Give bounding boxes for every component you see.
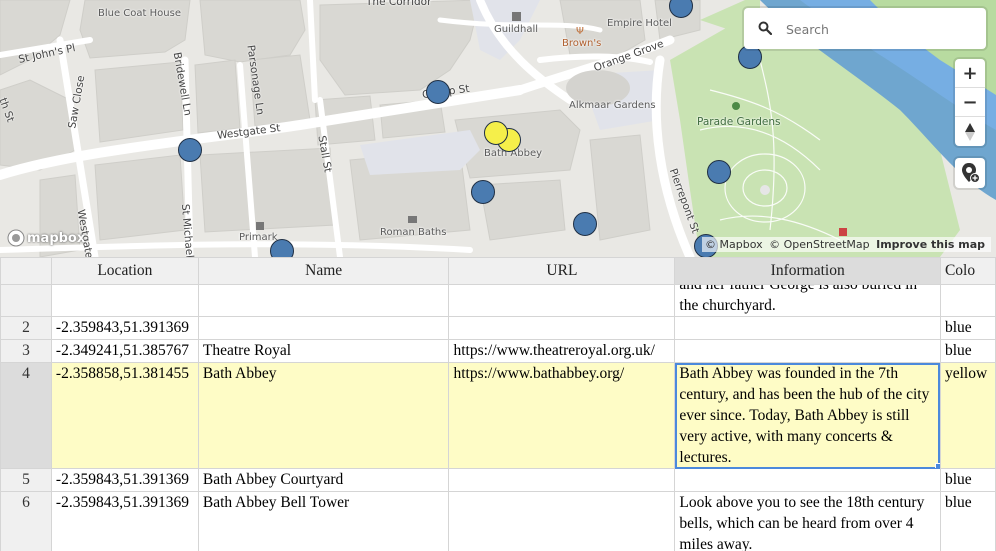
cell-name[interactable]: Bath Abbey Bell Tower: [197, 491, 450, 551]
cell-information-line: and her father George is also buried in: [679, 284, 918, 294]
cell-url[interactable]: [448, 468, 676, 492]
cell-url[interactable]: [448, 491, 676, 551]
row-number[interactable]: 6: [0, 491, 52, 551]
map-label-parade-gardens: Parade Gardens: [697, 116, 781, 128]
cell-url[interactable]: [448, 316, 676, 340]
row-number[interactable]: [0, 284, 52, 317]
map-search-input[interactable]: [784, 17, 978, 41]
cell-name[interactable]: Bath Abbey Courtyard: [197, 468, 450, 492]
add-marker-icon: [962, 163, 980, 183]
cell-url[interactable]: https://www.theatreroyal.org.uk/: [448, 339, 676, 363]
cell-information-selected[interactable]: Bath Abbey was founded in the 7th centur…: [674, 362, 941, 469]
improve-map-text: Improve this map: [876, 238, 985, 251]
column-header-name[interactable]: Name: [197, 257, 450, 285]
zoom-out-button[interactable]: −: [955, 88, 985, 117]
cell-location[interactable]: -2.359843,51.391369: [50, 491, 199, 551]
search-icon: [758, 21, 772, 35]
table-row: 2 -2.359843,51.391369 blue: [0, 316, 996, 340]
cell-information[interactable]: Look above you to see the 18th century b…: [674, 491, 941, 551]
column-header-location[interactable]: Location: [50, 257, 199, 285]
map-zoom-controls: + −: [955, 59, 985, 146]
column-header-url[interactable]: URL: [448, 257, 676, 285]
add-marker-button[interactable]: [955, 158, 985, 188]
spreadsheet-grid: Location Name URL Information Colo and h…: [0, 257, 996, 551]
data-table: Location Name URL Information Colo and h…: [0, 257, 996, 551]
map-label-alkmaar-gardens: Alkmaar Gardens: [569, 100, 656, 111]
map-marker[interactable]: [707, 160, 731, 184]
cell-information-text: and her father George is also buried in …: [679, 284, 936, 316]
mapbox-logo-icon: [7, 229, 25, 247]
row-number[interactable]: 3: [0, 339, 52, 363]
cell-name[interactable]: [197, 284, 450, 317]
map-label-the-corridor: The Corridor: [366, 0, 432, 8]
osm-attribution-link[interactable]: © OpenStreetMap: [769, 238, 870, 251]
cell-location[interactable]: -2.359843,51.391369: [50, 316, 199, 340]
map-marker[interactable]: [573, 212, 597, 236]
cell-color[interactable]: blue: [939, 491, 996, 551]
map-label-empire-hotel: Empire Hotel: [607, 18, 672, 29]
compass-button[interactable]: [955, 117, 985, 146]
cell-information[interactable]: [674, 339, 941, 363]
cell-color[interactable]: blue: [939, 339, 996, 363]
cell-color[interactable]: [939, 284, 996, 317]
cell-location[interactable]: -2.359843,51.391369: [50, 468, 199, 492]
cell-name[interactable]: Theatre Royal: [197, 339, 450, 363]
column-header-information[interactable]: Information: [674, 257, 941, 285]
row-number[interactable]: 4: [0, 362, 52, 469]
row-number[interactable]: 2: [0, 316, 52, 340]
map-label-browns: Brown's: [562, 38, 602, 49]
map-marker[interactable]: [484, 121, 508, 145]
svg-text:Ψ: Ψ: [576, 26, 584, 37]
map-add-marker-control: [955, 158, 985, 188]
corner-cell[interactable]: [0, 257, 52, 285]
map-search-box: [744, 8, 986, 49]
map-marker[interactable]: [471, 180, 495, 204]
table-row: 6 -2.359843,51.391369 Bath Abbey Bell To…: [0, 491, 996, 551]
map-view[interactable]: Ψ Blue Coat House The Corridor Guildhall…: [0, 0, 996, 257]
cell-location[interactable]: -2.358858,51.381455: [50, 362, 199, 469]
map-attribution: © Mapbox © OpenStreetMap Improve this ma…: [702, 237, 991, 252]
cell-url[interactable]: https://www.bathabbey.org/: [448, 362, 676, 469]
table-row-selected: 4 -2.358858,51.381455 Bath Abbey https:/…: [0, 362, 996, 469]
cell-name[interactable]: Bath Abbey: [197, 362, 450, 469]
map-label-guildhall: Guildhall: [494, 24, 539, 35]
cell-information-line: the churchyard.: [679, 297, 776, 314]
cell-information[interactable]: and her father George is also buried in …: [674, 284, 941, 317]
map-label-blue-coat-house: Blue Coat House: [98, 8, 181, 19]
map-marker[interactable]: [426, 80, 450, 104]
table-row: 5 -2.359843,51.391369 Bath Abbey Courtya…: [0, 468, 996, 492]
table-row: 3 -2.349241,51.385767 Theatre Royal http…: [0, 339, 996, 363]
cell-name[interactable]: [197, 316, 450, 340]
map-marker[interactable]: [270, 239, 294, 257]
mapbox-logo-text: mapbox: [27, 230, 86, 246]
cell-color[interactable]: yellow: [939, 362, 996, 469]
cell-color[interactable]: blue: [939, 468, 996, 492]
cell-information[interactable]: [674, 316, 941, 340]
mapbox-logo[interactable]: mapbox: [7, 229, 85, 247]
map-marker[interactable]: [178, 138, 202, 162]
cell-url[interactable]: [448, 284, 676, 317]
header-row: Location Name URL Information Colo: [0, 257, 996, 285]
column-header-color[interactable]: Colo: [939, 257, 996, 285]
compass-icon: [965, 122, 975, 141]
zoom-in-button[interactable]: +: [955, 59, 985, 88]
table-row: and her father George is also buried in …: [0, 284, 996, 317]
cell-information[interactable]: [674, 468, 941, 492]
fill-handle[interactable]: [934, 463, 940, 468]
cell-location[interactable]: -2.349241,51.385767: [50, 339, 199, 363]
cell-location[interactable]: [50, 284, 199, 317]
improve-map-link[interactable]: Improve this map: [876, 238, 985, 251]
mapbox-attribution-link[interactable]: © Mapbox: [705, 238, 763, 251]
row-number[interactable]: 5: [0, 468, 52, 492]
cell-color[interactable]: blue: [939, 316, 996, 340]
map-label-roman-baths: Roman Baths: [380, 227, 447, 238]
map-label-primark: Primark: [239, 232, 278, 243]
cell-information-text: Bath Abbey was founded in the 7th centur…: [679, 365, 930, 466]
